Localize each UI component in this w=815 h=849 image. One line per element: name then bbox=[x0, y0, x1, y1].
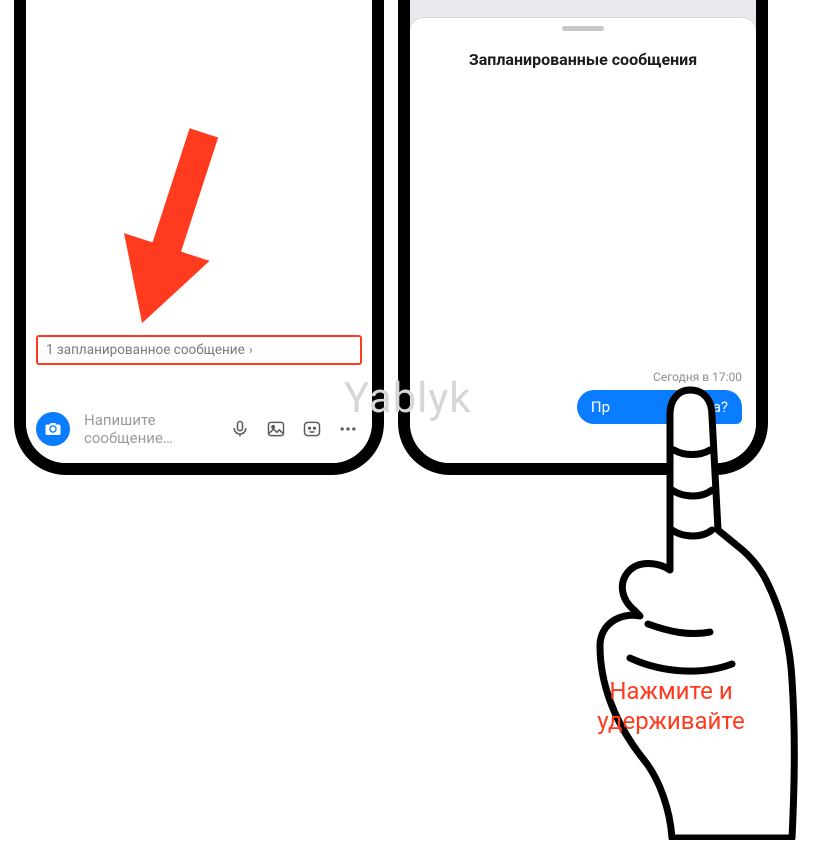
bubble-text-right: к дела? bbox=[675, 398, 728, 416]
camera-button[interactable] bbox=[36, 412, 70, 446]
microphone-button[interactable] bbox=[226, 415, 254, 443]
scheduled-messages-sheet: Запланированные сообщения Сегодня в 17:0… bbox=[410, 18, 756, 463]
instruction-text: Нажмите и удерживайте bbox=[576, 676, 766, 736]
sheet-title: Запланированные сообщения bbox=[410, 50, 756, 69]
gallery-button[interactable] bbox=[262, 415, 290, 443]
chat-screen: 1 запланированное сообщение › Напишите с… bbox=[26, 0, 372, 463]
message-input-placeholder: Напишите сообщение… bbox=[84, 411, 212, 447]
bubble-text-left: Пр bbox=[591, 398, 610, 416]
chevron-right-icon: › bbox=[249, 343, 253, 358]
instruction-line-2: удерживайте bbox=[576, 706, 766, 736]
more-icon bbox=[338, 419, 358, 439]
scheduled-message-bubble[interactable]: Пр ивет! Ка к дела? bbox=[577, 390, 742, 424]
message-input[interactable]: Напишите сообщение… bbox=[78, 412, 218, 446]
microphone-icon bbox=[230, 419, 250, 439]
compose-bar: Напишите сообщение… bbox=[26, 403, 372, 455]
instruction-line-1: Нажмите и bbox=[576, 676, 766, 706]
more-button[interactable] bbox=[334, 415, 362, 443]
scheduled-banner-text: 1 запланированное сообщение bbox=[46, 342, 245, 358]
phone-frame-right: Запланированные сообщения Сегодня в 17:0… bbox=[398, 0, 768, 475]
gallery-icon bbox=[266, 419, 286, 439]
scheduled-sheet-screen: Запланированные сообщения Сегодня в 17:0… bbox=[410, 0, 756, 463]
scheduled-messages-banner[interactable]: 1 запланированное сообщение › bbox=[36, 335, 362, 365]
sticker-icon bbox=[302, 419, 322, 439]
message-timestamp: Сегодня в 17:00 bbox=[653, 370, 742, 384]
camera-icon bbox=[44, 420, 62, 438]
sheet-grabber[interactable] bbox=[562, 26, 604, 31]
phone-frame-left: 1 запланированное сообщение › Напишите с… bbox=[14, 0, 384, 475]
sticker-button[interactable] bbox=[298, 415, 326, 443]
